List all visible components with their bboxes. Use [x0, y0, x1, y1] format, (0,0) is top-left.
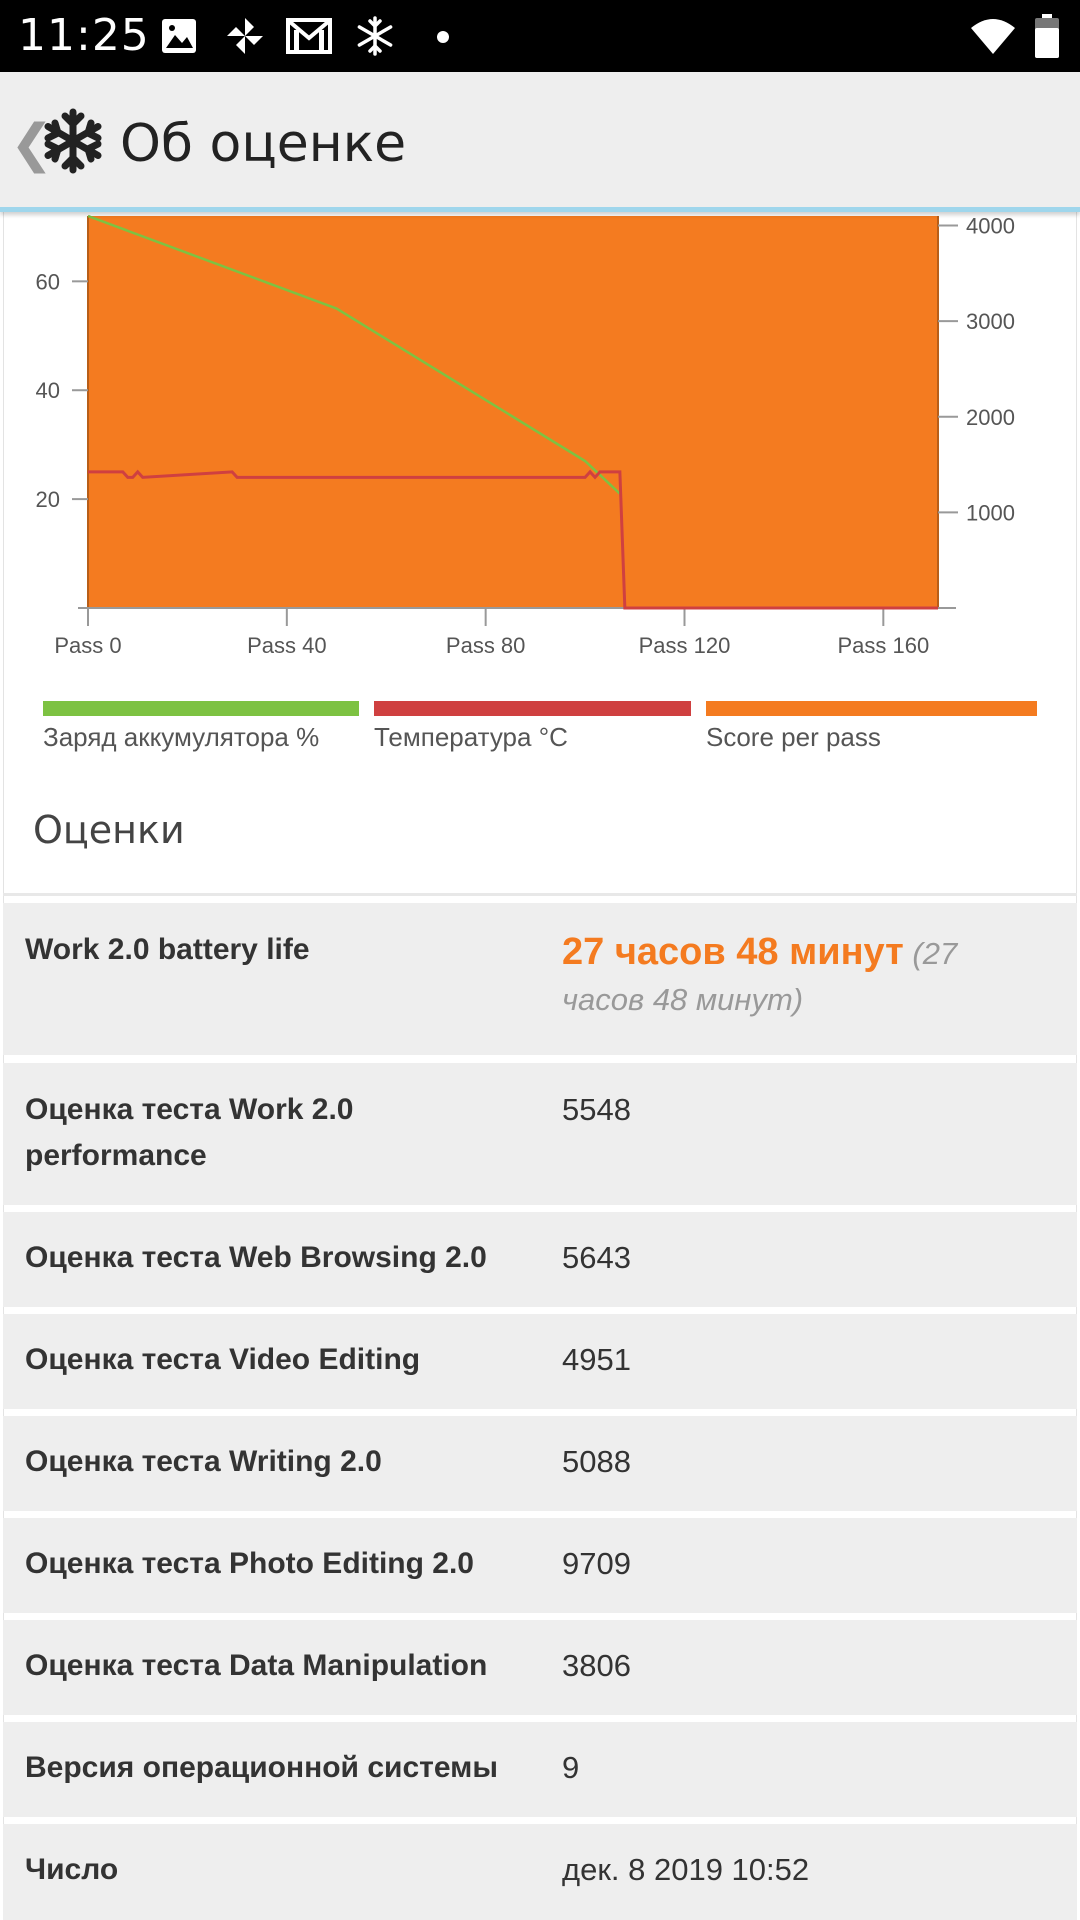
app-bar-accent-line	[0, 207, 1080, 212]
row-name: Оценка теста Writing 2.0	[25, 1445, 382, 1478]
y-right-tick-label: 1000	[966, 500, 1015, 525]
score-row: Оценка теста Web Browsing 2.0 5643	[3, 1212, 1077, 1307]
y-right-tick-label: 2000	[966, 405, 1015, 430]
x-tick-label: Pass 80	[446, 633, 526, 658]
row-value: 9709	[562, 1546, 631, 1581]
dot-icon	[437, 31, 449, 43]
battery-chart: 20 40 60 1000 2000 3000 4000 Pass 0 Pass 40 Pass …	[36, 214, 1015, 658]
score-row: Оценка теста Photo Editing 2.0 9709	[3, 1518, 1077, 1613]
row-name: Work 2.0 battery life	[25, 933, 310, 966]
row-value: 4951	[562, 1342, 631, 1377]
score-row: Оценка теста Video Editing 4951	[3, 1314, 1077, 1409]
heading-divider	[3, 893, 1077, 896]
battery-life-value: 27 часов 48 минут	[562, 931, 904, 973]
app-bar: ❮ Об оценке	[0, 72, 1080, 212]
score-row: Оценка теста Data Manipulation 3806	[3, 1620, 1077, 1715]
row-value: 3806	[562, 1648, 631, 1683]
score-row: Оценка теста Writing 2.0 5088	[3, 1416, 1077, 1511]
row-name: Число	[25, 1853, 119, 1886]
image-icon	[160, 14, 198, 58]
x-tick-label: Pass 40	[247, 633, 327, 658]
snowflake-icon[interactable]	[38, 106, 108, 176]
scores-heading: Оценки	[33, 808, 185, 852]
status-bar: 11:25	[0, 0, 1080, 72]
y-left-tick-label: 20	[36, 487, 60, 512]
legend-label-temperature: Температура °C	[374, 722, 568, 752]
legend-item-score: Score per pass	[706, 700, 1037, 760]
row-value: 27 часов 48 минут (27 часов 48 минут)	[562, 929, 1042, 1023]
row-value: 5643	[562, 1240, 631, 1275]
score-row-battery-life: Work 2.0 battery life 27 часов 48 минут …	[3, 903, 1077, 1055]
row-value: 5548	[562, 1092, 631, 1127]
x-tick-label: Pass 0	[54, 633, 121, 658]
pinwheel-icon	[224, 14, 266, 58]
row-value: дек. 8 2019 10:52	[562, 1852, 810, 1887]
legend-item-temperature: Температура °C	[374, 700, 691, 760]
row-name: Версия операционной системы	[25, 1751, 498, 1784]
y-right-tick-label: 3000	[966, 309, 1015, 334]
legend-label-battery: Заряд аккумулятора %	[43, 722, 320, 752]
row-value: 5088	[562, 1444, 631, 1479]
x-tick-label: Pass 160	[837, 633, 929, 658]
battery-icon	[1034, 14, 1060, 58]
row-name: Оценка теста Data Manipulation	[25, 1649, 488, 1682]
legend-label-score: Score per pass	[706, 722, 881, 752]
score-row: Число дек. 8 2019 10:52	[3, 1824, 1077, 1920]
y-left-tick-label: 60	[36, 269, 60, 294]
wifi-icon	[970, 14, 1016, 58]
y-right-tick-label: 4000	[966, 214, 1015, 239]
score-row: Оценка теста Work 2.0 performance 5548	[3, 1063, 1077, 1205]
y-left-tick-label: 40	[36, 378, 60, 403]
row-value: 9	[562, 1750, 580, 1785]
x-tick-label: Pass 120	[639, 633, 731, 658]
gmail-icon	[286, 14, 332, 58]
legend-swatch-battery	[43, 701, 359, 716]
row-name: Оценка теста Photo Editing 2.0	[25, 1547, 474, 1580]
row-name: Оценка теста Work 2.0 performance	[25, 1093, 354, 1172]
snowflake-icon	[354, 14, 396, 58]
score-row: Версия операционной системы 9	[3, 1722, 1077, 1817]
row-name: Оценка теста Web Browsing 2.0	[25, 1241, 487, 1274]
legend-swatch-temperature	[374, 701, 691, 716]
legend-swatch-score	[706, 701, 1037, 716]
page-title: Об оценке	[120, 114, 407, 174]
legend-item-battery: Заряд аккумулятора %	[43, 700, 359, 760]
score-per-pass-area	[88, 216, 938, 608]
row-name: Оценка теста Video Editing	[25, 1343, 421, 1376]
status-time: 11:25	[18, 10, 150, 61]
